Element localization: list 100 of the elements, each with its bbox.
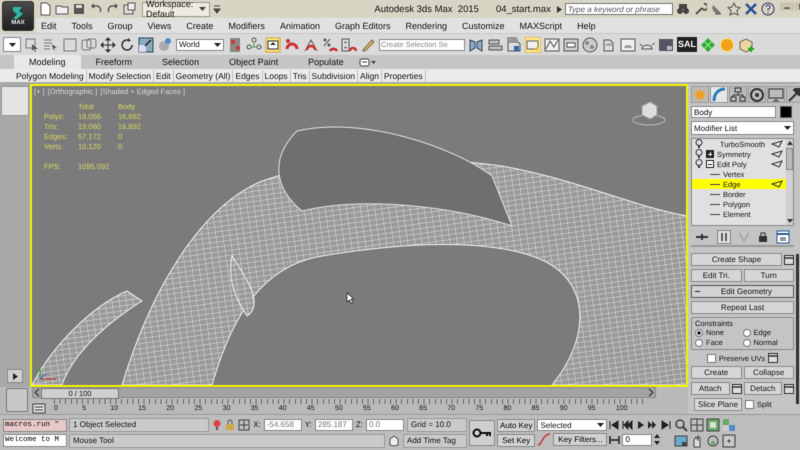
checkbox[interactable] <box>745 400 754 409</box>
ribbon-tab[interactable]: Modeling <box>14 55 81 69</box>
settings-box-icon[interactable] <box>732 384 742 394</box>
play-icon[interactable] <box>635 420 646 430</box>
create-button[interactable]: Create <box>691 366 742 379</box>
schematic-view-icon[interactable] <box>563 36 579 52</box>
star-icon[interactable] <box>726 2 741 16</box>
curve-editor-toggle-icon[interactable] <box>32 403 46 414</box>
absolute-mode-icon[interactable] <box>238 418 250 430</box>
menu-item[interactable]: Help <box>577 20 596 30</box>
ribbon-panel[interactable]: Geometry (All) <box>174 70 234 82</box>
ribbon-panel[interactable]: Properties <box>382 70 426 82</box>
remove-modifier-icon[interactable] <box>758 231 768 243</box>
previous-key-icon[interactable] <box>622 420 634 430</box>
keyboard-override-icon[interactable] <box>265 36 281 52</box>
ribbon-options-icon[interactable] <box>358 58 377 66</box>
light-bulb-icon[interactable] <box>695 139 703 149</box>
triangle-icon[interactable] <box>771 160 783 168</box>
radio-button[interactable] <box>695 328 703 336</box>
settings-box-icon[interactable] <box>768 353 778 363</box>
collapse-button[interactable]: Collapse <box>744 366 794 379</box>
show-end-result-icon[interactable] <box>716 230 731 244</box>
ribbon-tab[interactable]: Selection <box>147 55 214 69</box>
x-exchange-icon[interactable] <box>744 2 758 16</box>
panel-scrollbar[interactable] <box>796 254 799 404</box>
save-icon[interactable] <box>72 2 86 16</box>
menu-item[interactable]: Rendering <box>406 20 448 30</box>
set-key-mode-button[interactable]: Set Key <box>497 434 536 446</box>
customize-toolbar-icon[interactable] <box>213 4 222 14</box>
maximize-viewport-icon[interactable] <box>722 434 736 448</box>
help-icon[interactable] <box>760 2 775 16</box>
key-mode-dropdown[interactable]: Selected <box>537 419 608 431</box>
selection-filter-dropdown[interactable] <box>3 37 21 52</box>
settings-box-icon[interactable] <box>784 384 794 394</box>
key-filters-button[interactable]: Key Filters... <box>553 433 608 446</box>
menu-item[interactable]: Animation <box>280 20 320 30</box>
rotate-icon[interactable] <box>119 36 135 52</box>
next-frame-icon[interactable] <box>647 388 655 397</box>
spinner-snap-icon[interactable] <box>341 36 357 52</box>
set-key-button[interactable] <box>469 420 495 446</box>
lock-icon[interactable] <box>225 418 236 430</box>
light-bulb-icon[interactable] <box>695 159 703 169</box>
menu-item[interactable]: Graph Editors <box>334 20 390 30</box>
ribbon-panel[interactable]: Edges <box>233 70 263 82</box>
object-color-swatch[interactable] <box>780 106 792 118</box>
binoculars-icon[interactable] <box>676 2 690 16</box>
plugin-label[interactable]: SAL <box>677 37 697 52</box>
graphite-toggle-icon[interactable] <box>525 36 541 52</box>
isolate-icon[interactable] <box>212 418 222 430</box>
box-plus-icon[interactable] <box>738 36 754 52</box>
align-icon[interactable] <box>487 36 503 52</box>
pivot-center-icon[interactable] <box>227 36 243 52</box>
create-shape-button[interactable]: Create Shape <box>691 253 782 266</box>
ribbon-panel[interactable]: Modify Selection <box>86 70 154 82</box>
material-editor-icon[interactable] <box>582 36 598 52</box>
previous-frame-icon[interactable] <box>33 388 41 397</box>
stack-scrollbar[interactable] <box>786 139 793 225</box>
angle-snap-icon[interactable] <box>303 36 319 52</box>
radio-button[interactable] <box>695 338 703 346</box>
menu-item[interactable]: Customize <box>462 20 505 30</box>
project-folder-icon[interactable] <box>123 2 137 16</box>
scale-icon[interactable] <box>138 36 154 52</box>
ribbon-panel[interactable]: Align <box>358 70 382 82</box>
select-object-icon[interactable] <box>24 36 40 52</box>
radio-button[interactable] <box>742 338 750 346</box>
coordinate-field[interactable]: 0.0 <box>366 418 404 430</box>
edit-named-selection-icon[interactable] <box>360 36 376 52</box>
expand-toggle[interactable] <box>706 160 714 168</box>
repeat-last-button[interactable]: Repeat Last <box>691 301 794 314</box>
command-panel-tab[interactable] <box>786 86 800 103</box>
attach-button[interactable]: Attach <box>691 382 730 395</box>
key-mode-toggle-icon[interactable] <box>609 434 620 444</box>
collapse-toggle-icon[interactable] <box>695 289 700 294</box>
checkbox[interactable] <box>706 354 716 362</box>
expand-arrow-icon[interactable] <box>556 6 562 12</box>
menu-item[interactable]: Group <box>108 20 133 30</box>
curve-editor-icon[interactable] <box>544 36 560 52</box>
rollout-button[interactable]: Turn <box>744 269 794 282</box>
command-panel-tab[interactable] <box>729 86 747 103</box>
zoom-all-icon[interactable] <box>690 418 704 432</box>
rollout-button[interactable]: Edit Tri. <box>691 269 742 282</box>
command-panel-tab[interactable] <box>767 86 785 103</box>
modifier-list-dropdown[interactable]: Modifier List <box>691 121 794 135</box>
slice-plane-button[interactable]: Slice Plane <box>694 398 742 411</box>
expand-toggle[interactable] <box>706 150 714 158</box>
coordinate-field[interactable]: 285.187 <box>314 418 353 430</box>
layer-manager-icon[interactable] <box>506 36 522 52</box>
reference-coordinate-dropdown[interactable]: World <box>176 38 224 50</box>
command-panel-tab[interactable] <box>748 86 766 103</box>
zoom-icon[interactable] <box>674 418 688 432</box>
menu-item[interactable]: Modifiers <box>228 20 265 30</box>
triangle-icon[interactable] <box>771 150 783 158</box>
zoom-extents-icon[interactable] <box>706 418 720 432</box>
viewcube-icon[interactable] <box>632 100 666 126</box>
current-frame-field[interactable]: 0 <box>622 434 652 446</box>
menu-item[interactable]: Views <box>148 20 172 30</box>
ribbon-panel[interactable]: Loops <box>262 70 291 82</box>
field-of-view-icon[interactable] <box>674 434 688 448</box>
tangent-icon[interactable] <box>537 433 552 446</box>
go-to-end-icon[interactable] <box>661 420 672 430</box>
